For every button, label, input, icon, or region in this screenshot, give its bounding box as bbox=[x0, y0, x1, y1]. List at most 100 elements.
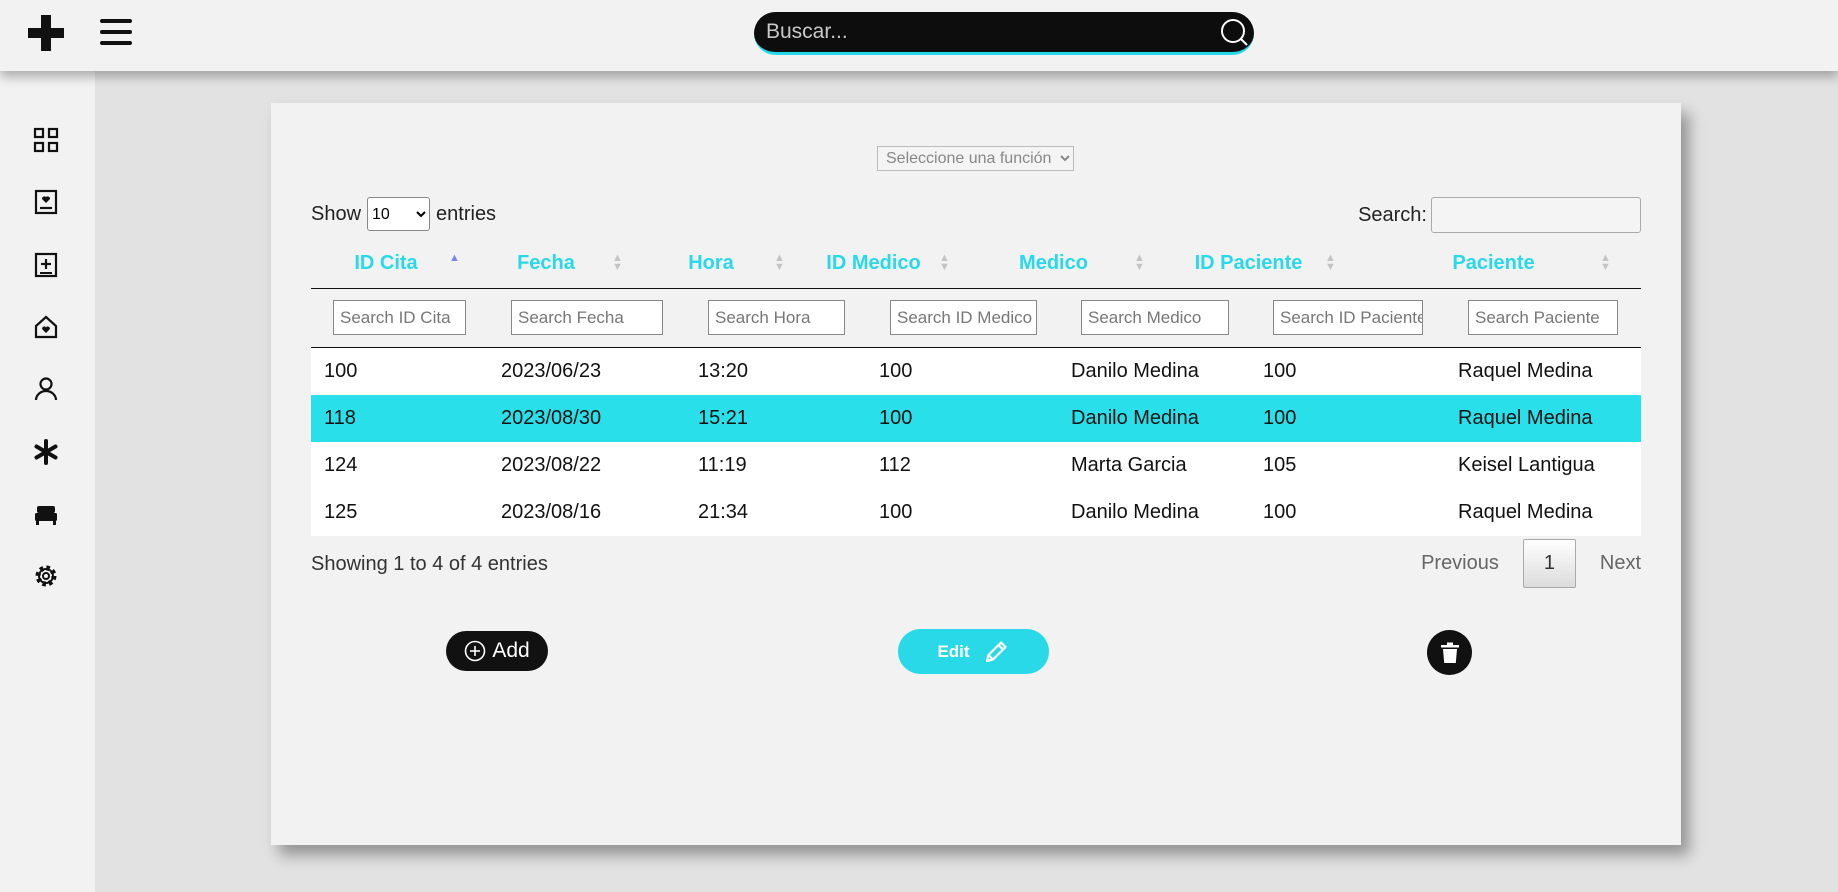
column-filter-row bbox=[311, 289, 1641, 348]
cell-id-medico: 100 bbox=[879, 501, 913, 523]
cell-paciente: Raquel Medina bbox=[1458, 360, 1593, 382]
sort-icon: ▲ ▼ bbox=[1134, 252, 1145, 273]
sidebar-item-rooms[interactable] bbox=[33, 501, 59, 527]
cell-id-cita: 118 bbox=[324, 407, 356, 429]
cell-hora: 15:21 bbox=[698, 407, 749, 429]
cell-fecha: 2023/06/23 bbox=[501, 360, 602, 382]
global-search-bar bbox=[754, 12, 1254, 55]
cell-hora: 13:20 bbox=[698, 360, 749, 382]
add-button[interactable]: Add bbox=[446, 631, 548, 671]
column-header-hora[interactable]: Hora ▲ ▼ bbox=[631, 246, 791, 289]
table-search-input[interactable] bbox=[1431, 197, 1641, 233]
cell-medico: Danilo Medina bbox=[1071, 360, 1199, 382]
cell-hora: 21:34 bbox=[698, 501, 749, 523]
patient-card-icon bbox=[34, 189, 58, 215]
user-icon bbox=[34, 377, 58, 401]
filter-id-cita-input[interactable] bbox=[333, 300, 466, 335]
pagination-previous[interactable]: Previous bbox=[1421, 552, 1499, 575]
cell-medico: Marta Garcia bbox=[1071, 454, 1187, 476]
pagination-page-1[interactable]: 1 bbox=[1522, 539, 1576, 588]
table-row[interactable]: 124 2023/08/22 11:19 112 Marta Garcia 10… bbox=[311, 442, 1641, 489]
cell-id-cita: 124 bbox=[324, 454, 358, 476]
cell-paciente: Keisel Lantigua bbox=[1458, 454, 1595, 476]
menu-toggle-button[interactable] bbox=[100, 19, 132, 45]
filter-fecha-input[interactable] bbox=[511, 300, 663, 335]
pencil-icon bbox=[985, 640, 1007, 662]
plus-circle-icon bbox=[465, 640, 486, 662]
cell-medico: Danilo Medina bbox=[1071, 501, 1199, 523]
edit-button-label: Edit bbox=[937, 641, 970, 661]
trash-icon bbox=[1440, 642, 1459, 663]
asterisk-icon bbox=[34, 439, 58, 465]
column-header-id-paciente[interactable]: ID Paciente ▲ ▼ bbox=[1151, 246, 1346, 289]
cell-id-medico: 100 bbox=[879, 407, 913, 429]
table-row[interactable]: 100 2023/06/23 13:20 100 Danilo Medina 1… bbox=[311, 348, 1641, 395]
sidebar-item-settings[interactable] bbox=[33, 563, 59, 589]
top-bar bbox=[0, 0, 1838, 71]
table-body: 100 2023/06/23 13:20 100 Danilo Medina 1… bbox=[311, 348, 1641, 536]
cell-hora: 11:19 bbox=[698, 454, 747, 476]
cell-paciente: Raquel Medina bbox=[1458, 501, 1593, 523]
search-icon[interactable] bbox=[1220, 18, 1248, 46]
column-header-medico[interactable]: Medico ▲ ▼ bbox=[956, 246, 1151, 289]
sort-icon: ▲ ▼ bbox=[612, 252, 623, 273]
cell-medico: Danilo Medina bbox=[1071, 407, 1199, 429]
global-search-input[interactable] bbox=[766, 19, 1206, 45]
cell-id-cita: 100 bbox=[324, 360, 358, 382]
cell-id-medico: 100 bbox=[879, 360, 913, 382]
column-header-id-medico[interactable]: ID Medico ▲ ▼ bbox=[791, 246, 956, 289]
column-header-fecha[interactable]: Fecha ▲ ▼ bbox=[461, 246, 631, 289]
medical-add-icon bbox=[34, 252, 58, 278]
plus-logo-icon bbox=[28, 15, 64, 51]
sort-icon: ▲ ▼ bbox=[774, 252, 785, 273]
filter-id-paciente-input[interactable] bbox=[1273, 300, 1423, 335]
sidebar bbox=[0, 71, 95, 892]
sidebar-item-dashboard[interactable] bbox=[33, 127, 59, 153]
sort-asc-icon: ▲ bbox=[449, 252, 460, 264]
bed-icon bbox=[35, 506, 57, 525]
column-header-id-cita[interactable]: ID Cita ▲ bbox=[311, 246, 461, 289]
cell-id-paciente: 100 bbox=[1263, 501, 1297, 523]
sort-icon: ▲ ▼ bbox=[1600, 252, 1611, 273]
table-row[interactable]: 125 2023/08/16 21:34 100 Danilo Medina 1… bbox=[311, 489, 1641, 536]
table-header: ID Cita ▲ Fecha ▲ ▼ Hora ▲ ▼ ID Medico ▲ ▼ Medi… bbox=[311, 246, 1641, 289]
edit-button[interactable]: Edit bbox=[898, 629, 1049, 674]
filter-id-medico-input[interactable] bbox=[890, 300, 1037, 335]
settings-icon bbox=[35, 565, 57, 587]
cell-id-paciente: 105 bbox=[1263, 454, 1297, 476]
sidebar-item-specialties[interactable] bbox=[33, 439, 59, 465]
cell-fecha: 2023/08/16 bbox=[501, 501, 602, 523]
cell-fecha: 2023/08/22 bbox=[501, 454, 602, 476]
sidebar-item-users[interactable] bbox=[33, 376, 59, 402]
filter-paciente-input[interactable] bbox=[1468, 300, 1618, 335]
appointments-card: Seleccione una función Show 10 entries S… bbox=[271, 103, 1681, 845]
sort-icon: ▲ ▼ bbox=[1325, 252, 1336, 273]
sidebar-item-patients[interactable] bbox=[33, 189, 59, 215]
sidebar-item-clinic[interactable] bbox=[33, 314, 59, 340]
cell-fecha: 2023/08/30 bbox=[501, 407, 602, 429]
table-search-label: Search: bbox=[1358, 203, 1427, 226]
function-select[interactable]: Seleccione una función bbox=[877, 146, 1074, 171]
clinic-home-icon bbox=[34, 315, 58, 339]
table-search: Search: bbox=[1358, 197, 1641, 233]
filter-medico-input[interactable] bbox=[1081, 300, 1229, 335]
table-info: Showing 1 to 4 of 4 entries bbox=[311, 553, 548, 575]
add-button-label: Add bbox=[492, 639, 530, 662]
table-row-selected[interactable]: 118 2023/08/30 15:21 100 Danilo Medina 1… bbox=[311, 395, 1641, 442]
appointments-table: ID Cita ▲ Fecha ▲ ▼ Hora ▲ ▼ ID Medico ▲ ▼ Medi… bbox=[311, 246, 1641, 536]
entries-per-page-select[interactable]: 10 bbox=[367, 197, 431, 231]
sidebar-item-appointments[interactable] bbox=[33, 252, 59, 278]
cell-id-cita: 125 bbox=[324, 501, 358, 523]
cell-paciente: Raquel Medina bbox=[1458, 407, 1593, 429]
cell-id-medico: 112 bbox=[879, 454, 911, 476]
pagination-next[interactable]: Next bbox=[1600, 552, 1641, 575]
show-label: Show bbox=[311, 202, 362, 225]
cell-id-paciente: 100 bbox=[1263, 407, 1297, 429]
dashboard-icon bbox=[33, 127, 59, 153]
filter-hora-input[interactable] bbox=[708, 300, 845, 335]
cell-id-paciente: 100 bbox=[1263, 360, 1297, 382]
column-header-paciente[interactable]: Paciente ▲ ▼ bbox=[1346, 246, 1641, 289]
entries-length-control: Show 10 entries bbox=[311, 197, 496, 231]
delete-button[interactable] bbox=[1427, 630, 1472, 675]
entries-label: entries bbox=[436, 202, 497, 225]
